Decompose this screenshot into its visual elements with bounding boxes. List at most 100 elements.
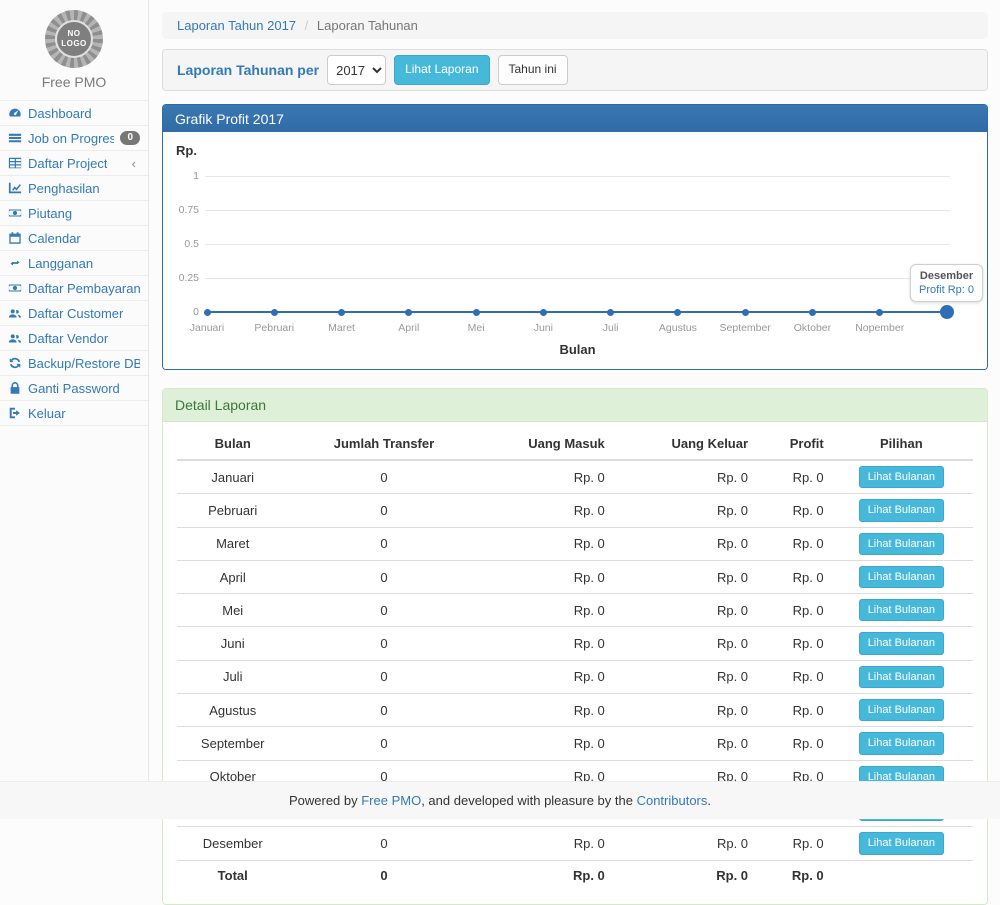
sidebar-link-daftar-project[interactable]: Daftar Project‹ bbox=[0, 151, 148, 175]
cell-masuk: Rp. 0 bbox=[479, 660, 614, 693]
sidebar-link-dashboard[interactable]: Dashboard bbox=[0, 101, 148, 125]
data-point-mei[interactable] bbox=[473, 309, 480, 316]
main-content: Laporan Tahun 2017 / Laporan Tahunan Lap… bbox=[150, 0, 1000, 781]
sidebar-item-label: Penghasilan bbox=[28, 181, 100, 196]
table-row: April0Rp. 0Rp. 0Rp. 0Lihat Bulanan bbox=[177, 560, 973, 593]
sign-out-icon bbox=[8, 406, 22, 420]
data-point-oktober[interactable] bbox=[809, 309, 816, 316]
sidebar-item-label: Dashboard bbox=[28, 106, 92, 121]
gridline bbox=[205, 210, 950, 211]
view-report-button[interactable]: Lihat Laporan bbox=[394, 55, 489, 85]
data-point-agustus[interactable] bbox=[674, 309, 681, 316]
cell-profit: Rp. 0 bbox=[758, 627, 830, 660]
sidebar-link-job-on-progress[interactable]: Job on Progress0 bbox=[0, 126, 148, 150]
footer-link-freepmo[interactable]: Free PMO bbox=[361, 793, 421, 808]
gridline bbox=[205, 244, 950, 245]
breadcrumb-link[interactable]: Laporan Tahun 2017 bbox=[177, 18, 296, 33]
cell-month: Maret bbox=[177, 527, 288, 560]
table-total-row: Total0Rp. 0Rp. 0Rp. 0 bbox=[177, 860, 973, 888]
year-select[interactable]: 2017 bbox=[327, 55, 386, 85]
view-monthly-button-januari[interactable]: Lihat Bulanan bbox=[859, 466, 944, 488]
sidebar-item-label: Daftar Project bbox=[28, 156, 107, 171]
sidebar-link-daftar-vendor[interactable]: Daftar Vendor bbox=[0, 326, 148, 350]
cell-transfer: 0 bbox=[288, 827, 479, 860]
chart-tooltip: DesemberProfit Rp: 0 bbox=[910, 264, 983, 302]
total-keluar: Rp. 0 bbox=[615, 860, 758, 888]
sidebar-link-calendar[interactable]: Calendar bbox=[0, 226, 148, 250]
data-point-desember[interactable] bbox=[940, 305, 954, 319]
cell-keluar: Rp. 0 bbox=[615, 694, 758, 727]
cell-profit: Rp. 0 bbox=[758, 527, 830, 560]
data-point-nopember[interactable] bbox=[876, 309, 883, 316]
cell-action: Lihat Bulanan bbox=[830, 594, 973, 627]
page-footer: Powered by Free PMO, and developed with … bbox=[0, 781, 1000, 819]
cell-masuk: Rp. 0 bbox=[479, 694, 614, 727]
view-monthly-button-maret[interactable]: Lihat Bulanan bbox=[859, 533, 944, 555]
column-header-pilihan: Pilihan bbox=[830, 428, 973, 460]
sidebar-item-daftar-customer: Daftar Customer bbox=[0, 301, 148, 326]
sidebar-link-daftar-pembayaran[interactable]: Daftar Pembayaran bbox=[0, 276, 148, 300]
sidebar-link-piutang[interactable]: Piutang bbox=[0, 201, 148, 225]
data-point-september[interactable] bbox=[742, 309, 749, 316]
view-monthly-button-desember[interactable]: Lihat Bulanan bbox=[859, 832, 944, 854]
view-monthly-button-juni[interactable]: Lihat Bulanan bbox=[859, 632, 944, 654]
x-tick-label: Juli bbox=[575, 322, 647, 334]
money-icon bbox=[8, 281, 22, 295]
cell-keluar: Rp. 0 bbox=[615, 527, 758, 560]
view-monthly-button-september[interactable]: Lihat Bulanan bbox=[859, 732, 944, 754]
data-point-april[interactable] bbox=[405, 309, 412, 316]
cell-transfer: 0 bbox=[288, 627, 479, 660]
sidebar-item-daftar-project: Daftar Project‹ bbox=[0, 151, 148, 176]
filter-label: Laporan Tahunan per bbox=[177, 62, 319, 78]
sidebar-link-keluar[interactable]: Keluar bbox=[0, 401, 148, 425]
sidebar-link-penghasilan[interactable]: Penghasilan bbox=[0, 176, 148, 200]
footer-link-contributors[interactable]: Contributors bbox=[637, 793, 708, 808]
detail-panel-body: BulanJumlah TransferUang MasukUang Kelua… bbox=[163, 422, 987, 904]
view-monthly-button-juli[interactable]: Lihat Bulanan bbox=[859, 666, 944, 688]
sidebar-item-label: Ganti Password bbox=[28, 381, 120, 396]
data-point-pebruari[interactable] bbox=[271, 309, 278, 316]
breadcrumb: Laporan Tahun 2017 / Laporan Tahunan bbox=[162, 12, 988, 39]
view-monthly-button-mei[interactable]: Lihat Bulanan bbox=[859, 599, 944, 621]
cell-keluar: Rp. 0 bbox=[615, 494, 758, 527]
cell-masuk: Rp. 0 bbox=[479, 627, 614, 660]
refresh-icon bbox=[8, 356, 22, 370]
cell-masuk: Rp. 0 bbox=[479, 827, 614, 860]
total-label: Total bbox=[177, 860, 288, 888]
data-point-maret[interactable] bbox=[338, 309, 345, 316]
cell-profit: Rp. 0 bbox=[758, 494, 830, 527]
sidebar-item-calendar: Calendar bbox=[0, 226, 148, 251]
sidebar-item-label: Langganan bbox=[28, 256, 93, 271]
cell-masuk: Rp. 0 bbox=[479, 527, 614, 560]
view-monthly-button-agustus[interactable]: Lihat Bulanan bbox=[859, 699, 944, 721]
cell-month: September bbox=[177, 727, 288, 760]
table-header-row: BulanJumlah TransferUang MasukUang Kelua… bbox=[177, 428, 973, 460]
users-icon bbox=[8, 331, 22, 345]
data-point-juli[interactable] bbox=[607, 309, 614, 316]
sidebar-item-penghasilan: Penghasilan bbox=[0, 176, 148, 201]
cell-keluar: Rp. 0 bbox=[615, 460, 758, 494]
table-row: Agustus0Rp. 0Rp. 0Rp. 0Lihat Bulanan bbox=[177, 694, 973, 727]
cell-masuk: Rp. 0 bbox=[479, 560, 614, 593]
data-point-juni[interactable] bbox=[540, 309, 547, 316]
users-icon bbox=[8, 306, 22, 320]
cell-keluar: Rp. 0 bbox=[615, 727, 758, 760]
cell-masuk: Rp. 0 bbox=[479, 460, 614, 494]
sidebar-link-langganan[interactable]: Langganan bbox=[0, 251, 148, 275]
dashboard-icon bbox=[8, 106, 22, 120]
sidebar-link-ganti-password[interactable]: Ganti Password bbox=[0, 376, 148, 400]
total-masuk: Rp. 0 bbox=[479, 860, 614, 888]
view-monthly-button-april[interactable]: Lihat Bulanan bbox=[859, 566, 944, 588]
this-year-button[interactable]: Tahun ini bbox=[498, 55, 568, 85]
sidebar-link-daftar-customer[interactable]: Daftar Customer bbox=[0, 301, 148, 325]
footer-text-prefix: Powered by bbox=[289, 793, 361, 808]
cell-keluar: Rp. 0 bbox=[615, 560, 758, 593]
table-row: September0Rp. 0Rp. 0Rp. 0Lihat Bulanan bbox=[177, 727, 973, 760]
sidebar-link-backup-restore-db[interactable]: Backup/Restore DB bbox=[0, 351, 148, 375]
view-monthly-button-pebruari[interactable]: Lihat Bulanan bbox=[859, 499, 944, 521]
cell-keluar: Rp. 0 bbox=[615, 627, 758, 660]
data-point-januari[interactable] bbox=[204, 309, 211, 316]
cell-transfer: 0 bbox=[288, 694, 479, 727]
table-row: Desember0Rp. 0Rp. 0Rp. 0Lihat Bulanan bbox=[177, 827, 973, 860]
x-tick-label: Nopember bbox=[844, 322, 916, 334]
